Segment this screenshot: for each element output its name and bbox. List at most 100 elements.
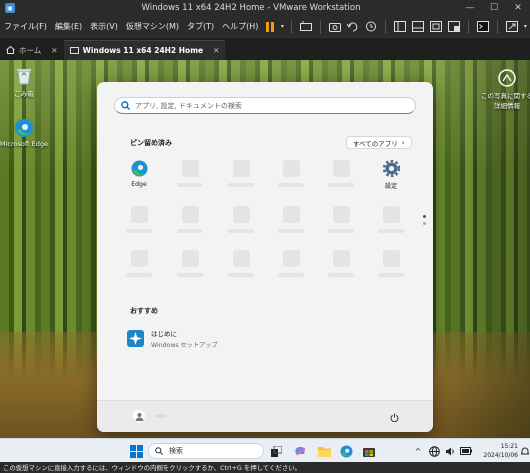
library-icon	[394, 21, 407, 32]
recommended-item-title: はじめに	[151, 330, 177, 338]
page-indicator-dot[interactable]	[423, 222, 426, 225]
unity-button[interactable]	[445, 16, 463, 38]
copilot-icon	[295, 447, 306, 456]
all-apps-label: すべてのアプリ	[353, 139, 398, 148]
desktop-icon-label: この写真に関する詳細情報	[481, 92, 530, 110]
pinned-app-label: 設定	[384, 183, 398, 190]
recommended-item-get-started[interactable]: はじめに Windows セットアップ	[127, 328, 218, 349]
start-menu: ピン留め済み すべてのアプリ › Edge 設定 おすすめ はじめに Windo…	[97, 82, 433, 432]
menu-edit[interactable]: 編集(E)	[51, 21, 86, 32]
desktop-icon-label: ごみ箱	[14, 90, 34, 98]
store-button[interactable]	[361, 443, 377, 459]
task-view-icon	[270, 445, 282, 457]
menu-file[interactable]: ファイル(F)	[0, 21, 51, 32]
snapshot-manager-button[interactable]	[362, 16, 380, 38]
view-dropdown-arrow[interactable]: ▾	[521, 16, 529, 38]
show-library-button[interactable]	[391, 16, 409, 38]
keyboard-icon	[300, 21, 313, 31]
pinned-app-placeholder	[172, 206, 208, 242]
power-button[interactable]	[387, 410, 401, 424]
pinned-app-placeholder	[273, 206, 309, 242]
pinned-app-placeholder	[223, 160, 259, 196]
unity-icon	[448, 21, 461, 32]
thumbnail-icon	[412, 21, 425, 32]
menu-vm[interactable]: 仮想マシン(M)	[122, 21, 183, 32]
pause-button[interactable]	[262, 16, 278, 38]
full-screen-icon	[430, 21, 443, 32]
pinned-app-placeholder	[323, 250, 359, 286]
clock-time: 15:21	[500, 443, 518, 450]
task-view-button[interactable]	[268, 443, 284, 459]
user-avatar[interactable]	[133, 410, 145, 422]
console-view-button[interactable]	[474, 16, 492, 38]
page-indicator-dot[interactable]	[423, 215, 426, 218]
start-search-box[interactable]	[114, 97, 416, 114]
speaker-icon	[445, 447, 454, 455]
pinned-app-placeholder	[323, 160, 359, 196]
network-icon	[428, 445, 440, 457]
full-screen-button[interactable]	[427, 16, 445, 38]
camera-icon	[497, 68, 517, 88]
pinned-app-edge[interactable]: Edge	[121, 160, 157, 196]
taskbar-search-box[interactable]: 検索	[148, 443, 264, 459]
desktop-icon-recycle-bin[interactable]: ごみ箱	[0, 66, 52, 98]
minimize-button[interactable]: —	[458, 0, 482, 16]
notifications-button[interactable]	[519, 443, 530, 459]
vmware-tab-bar: ホーム ✕ Windows 11 x64 24H2 Home ✕	[0, 38, 530, 60]
search-input[interactable]	[135, 101, 395, 110]
clock-date: 2024/10/06	[483, 452, 518, 459]
get-started-icon	[127, 330, 144, 347]
windows-logo-icon	[129, 444, 143, 458]
show-hidden-icons-button[interactable]: ^	[410, 443, 426, 459]
taskbar-clock[interactable]: 15:21 2024/10/06	[478, 442, 518, 460]
stretch-icon	[506, 21, 519, 32]
pinned-app-placeholder	[273, 250, 309, 286]
pinned-app-placeholder	[373, 250, 409, 286]
battery-button[interactable]	[458, 443, 474, 459]
snapshot-icon	[329, 23, 342, 32]
windows-taskbar: 検索 ^ 15:21 2024/10/06	[0, 438, 530, 462]
copilot-button[interactable]	[292, 443, 308, 459]
pinned-app-placeholder	[323, 206, 359, 242]
close-button[interactable]: ✕	[506, 0, 530, 16]
stretch-view-button[interactable]	[503, 16, 521, 38]
file-explorer-button[interactable]	[316, 443, 332, 459]
maximize-button[interactable]: ☐	[482, 0, 506, 16]
revert-snapshot-button[interactable]	[344, 16, 362, 38]
tab-vm[interactable]: Windows 11 x64 24H2 Home ✕	[63, 40, 226, 60]
vm-icon	[69, 46, 79, 54]
tab-close-icon[interactable]: ✕	[213, 46, 219, 55]
pinned-app-settings[interactable]: 設定	[373, 160, 409, 196]
taskbar-edge-button[interactable]	[338, 443, 354, 459]
volume-button[interactable]	[442, 443, 458, 459]
desktop-icon-spotlight[interactable]: この写真に関する詳細情報	[480, 68, 530, 110]
battery-icon	[460, 447, 472, 455]
pinned-app-placeholder	[172, 160, 208, 196]
toolbar-separator	[385, 19, 387, 34]
start-button[interactable]	[128, 443, 144, 459]
network-button[interactable]	[426, 443, 442, 459]
tab-label: ホーム	[19, 45, 42, 55]
snapshot-button[interactable]	[326, 16, 344, 38]
pinned-app-placeholder	[373, 206, 409, 242]
home-icon	[6, 46, 15, 54]
desktop-icon-label: Microsoft Edge	[0, 140, 48, 148]
all-apps-button[interactable]: すべてのアプリ ›	[346, 136, 412, 149]
user-icon	[135, 412, 143, 421]
toolbar-separator	[320, 19, 322, 34]
recommended-section-title: おすすめ	[130, 307, 158, 315]
pinned-section-title: ピン留め済み	[130, 139, 172, 147]
thumbnail-bar-button[interactable]	[409, 16, 427, 38]
recommended-item-subtitle: Windows セットアップ	[151, 342, 218, 349]
tab-close-icon[interactable]: ✕	[51, 46, 57, 55]
menu-help[interactable]: ヘルプ(H)	[218, 21, 262, 32]
menu-tabs[interactable]: タブ(T)	[183, 21, 218, 32]
tab-home[interactable]: ホーム ✕	[0, 40, 64, 60]
menu-view[interactable]: 表示(V)	[86, 21, 122, 32]
send-ctrl-alt-del-button[interactable]	[297, 16, 315, 38]
power-dropdown-arrow[interactable]: ▾	[278, 16, 286, 38]
chevron-right-icon: ›	[401, 138, 405, 147]
pinned-app-placeholder	[121, 206, 157, 242]
clock-icon	[366, 21, 377, 32]
desktop-icon-edge[interactable]: Microsoft Edge	[0, 118, 52, 148]
